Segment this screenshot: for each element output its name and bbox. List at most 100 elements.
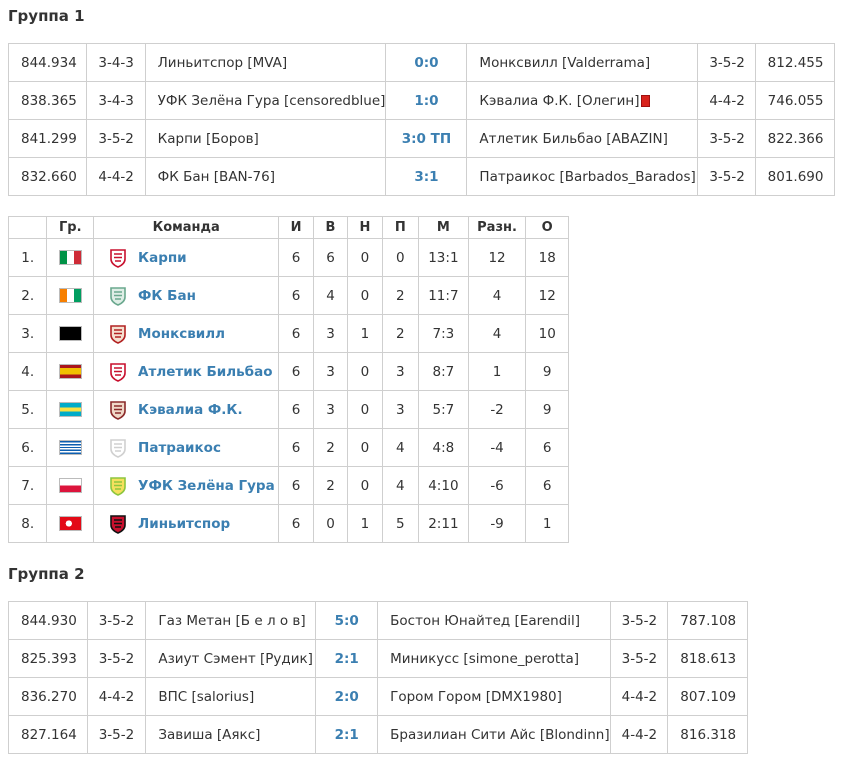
home-formation: 3-5-2 xyxy=(86,639,147,678)
away-team-cell: Кэвалиа Ф.К. [Олегин] xyxy=(466,81,699,120)
home-formation: 3-4-3 xyxy=(86,43,146,82)
stat-won: 2 xyxy=(312,466,349,505)
stat-lost: 3 xyxy=(381,390,420,429)
home-rating: 844.930 xyxy=(8,601,88,640)
stat-won: 2 xyxy=(312,428,349,467)
position: 1. xyxy=(7,238,48,277)
stat-points: 12 xyxy=(525,276,569,315)
away-rating: 816.318 xyxy=(667,715,748,754)
team-link[interactable]: Кэвалиа Ф.К. xyxy=(138,402,243,418)
stat-points: 10 xyxy=(525,314,569,353)
away-team: Бостон Юнайтед [Earendil] xyxy=(390,612,581,629)
home-rating: 832.660 xyxy=(7,157,88,196)
stat-points: 9 xyxy=(525,352,569,391)
home-formation: 3-5-2 xyxy=(86,715,147,754)
away-formation: 3-5-2 xyxy=(697,119,756,158)
match-row: 841.299 3-5-2 Карпи [Боров] 3:0 ТП Атлетик Б… xyxy=(7,119,836,158)
ivory-coast-flag-icon xyxy=(59,289,81,302)
away-formation: 4-4-2 xyxy=(609,715,669,754)
away-rating: 818.613 xyxy=(667,639,748,678)
team-cell: УФК Зелёна Гура xyxy=(93,466,280,505)
team-link[interactable]: Патраикос xyxy=(138,440,221,456)
team-link[interactable]: Атлетик Бильбао xyxy=(138,364,272,380)
ufk-zielona-gora-logo-icon xyxy=(108,476,128,496)
match-score-link[interactable]: 2:0 xyxy=(315,677,379,716)
away-team-cell: Атлетик Бильбао [ABAZIN] xyxy=(466,119,699,158)
away-team: Бразилиан Сити Айс [Blondinn] xyxy=(390,726,610,743)
team-link[interactable]: ФК Бан xyxy=(138,288,196,304)
home-formation: 4-4-2 xyxy=(86,157,146,196)
country-cell xyxy=(46,276,95,315)
standings-row: 5. Кэвалиа Ф.К. 6 3 0 3 5:7 -2 9 xyxy=(7,390,569,429)
group-2-title: Группа 2 xyxy=(8,565,85,583)
stat-won: 3 xyxy=(312,352,349,391)
cavalia-logo-icon xyxy=(108,400,128,420)
stat-played: 6 xyxy=(278,276,314,315)
match-score-link[interactable]: 0:0 xyxy=(385,43,468,82)
home-team: Газ Метан [Б е л о в] xyxy=(145,601,317,640)
home-team: Карпи [Боров] xyxy=(144,119,387,158)
country-cell xyxy=(46,390,95,429)
stat-lost: 0 xyxy=(381,238,420,277)
standings-row: 7. УФК Зелёна Гура 6 2 0 4 4:10 -6 6 xyxy=(7,466,569,505)
team-link[interactable]: Линьитспор xyxy=(138,516,230,532)
standings-row: 8. Линьитспор 6 0 1 5 2:11 -9 1 xyxy=(7,504,569,543)
stat-lost: 2 xyxy=(381,314,420,353)
match-score-link[interactable]: 2:1 xyxy=(315,639,379,678)
team-cell: Патраикос xyxy=(93,428,280,467)
home-team: ВПС [salorius] xyxy=(145,677,317,716)
standings-header: В xyxy=(312,216,349,239)
match-row: 836.270 4-4-2 ВПС [salorius] 2:0 Гором Гором… xyxy=(8,677,748,716)
stat-goals: 7:3 xyxy=(418,314,469,353)
country-cell xyxy=(46,428,95,467)
match-row: 832.660 4-4-2 ФК Бан [BAN-76] 3:1 Патраикос … xyxy=(7,157,836,196)
match-score-link[interactable]: 5:0 xyxy=(315,601,379,640)
away-team-cell: Миникусс [simone_perotta] xyxy=(377,639,611,678)
stat-lost: 2 xyxy=(381,276,420,315)
spain-flag-icon xyxy=(59,365,81,378)
country-cell xyxy=(46,352,95,391)
home-formation: 3-5-2 xyxy=(86,119,146,158)
home-rating: 825.393 xyxy=(8,639,88,678)
position: 2. xyxy=(7,276,48,315)
team-cell: Монксвилл xyxy=(93,314,280,353)
stat-diff: 12 xyxy=(467,238,527,277)
standings-header: П xyxy=(381,216,420,239)
team-link[interactable]: Карпи xyxy=(138,250,187,266)
stat-diff: -9 xyxy=(467,504,527,543)
home-team: Завиша [Аякс] xyxy=(145,715,317,754)
standings-row: 3. Монксвилл 6 3 1 2 7:3 4 10 xyxy=(7,314,569,353)
standings-header xyxy=(7,216,48,239)
stat-played: 6 xyxy=(278,466,314,505)
team-cell: Линьитспор xyxy=(93,504,280,543)
team-link[interactable]: УФК Зелёна Гура xyxy=(138,478,275,494)
match-row: 825.393 3-5-2 Азиут Сэмент [Рудик] 2:1 Миник… xyxy=(8,639,748,678)
away-team: Гором Гором [DMX1980] xyxy=(390,688,562,705)
match-score-link[interactable]: 2:1 xyxy=(315,715,379,754)
turkey-flag-icon xyxy=(59,517,81,530)
away-team-cell: Бостон Юнайтед [Earendil] xyxy=(377,601,611,640)
stat-lost: 4 xyxy=(381,428,420,467)
away-team: Миникусс [simone_perotta] xyxy=(390,650,580,667)
stat-points: 9 xyxy=(525,390,569,429)
stat-won: 0 xyxy=(312,504,349,543)
stat-drawn: 0 xyxy=(347,276,383,315)
stat-diff: -4 xyxy=(467,428,527,467)
home-team: Линьитспор [MVA] xyxy=(144,43,387,82)
stat-won: 6 xyxy=(312,238,349,277)
team-cell: Кэвалиа Ф.К. xyxy=(93,390,280,429)
home-rating: 844.934 xyxy=(7,43,88,82)
stat-points: 1 xyxy=(525,504,569,543)
team-link[interactable]: Монксвилл xyxy=(138,326,225,342)
italy-flag-icon xyxy=(59,251,81,264)
match-score-link[interactable]: 3:1 xyxy=(385,157,468,196)
stat-lost: 5 xyxy=(381,504,420,543)
standings-row: 6. Патраикос 6 2 0 4 4:8 -4 6 xyxy=(7,428,569,467)
stat-points: 6 xyxy=(525,466,569,505)
match-row: 844.934 3-4-3 Линьитспор [MVA] 0:0 Монксвилл… xyxy=(7,43,836,82)
match-score-link[interactable]: 1:0 xyxy=(385,81,468,120)
match-score-link[interactable]: 3:0 ТП xyxy=(385,119,468,158)
away-formation: 3-5-2 xyxy=(609,639,669,678)
carpi-logo-icon xyxy=(108,248,128,268)
standings-row: 1. Карпи 6 6 0 0 13:1 12 18 xyxy=(7,238,569,277)
